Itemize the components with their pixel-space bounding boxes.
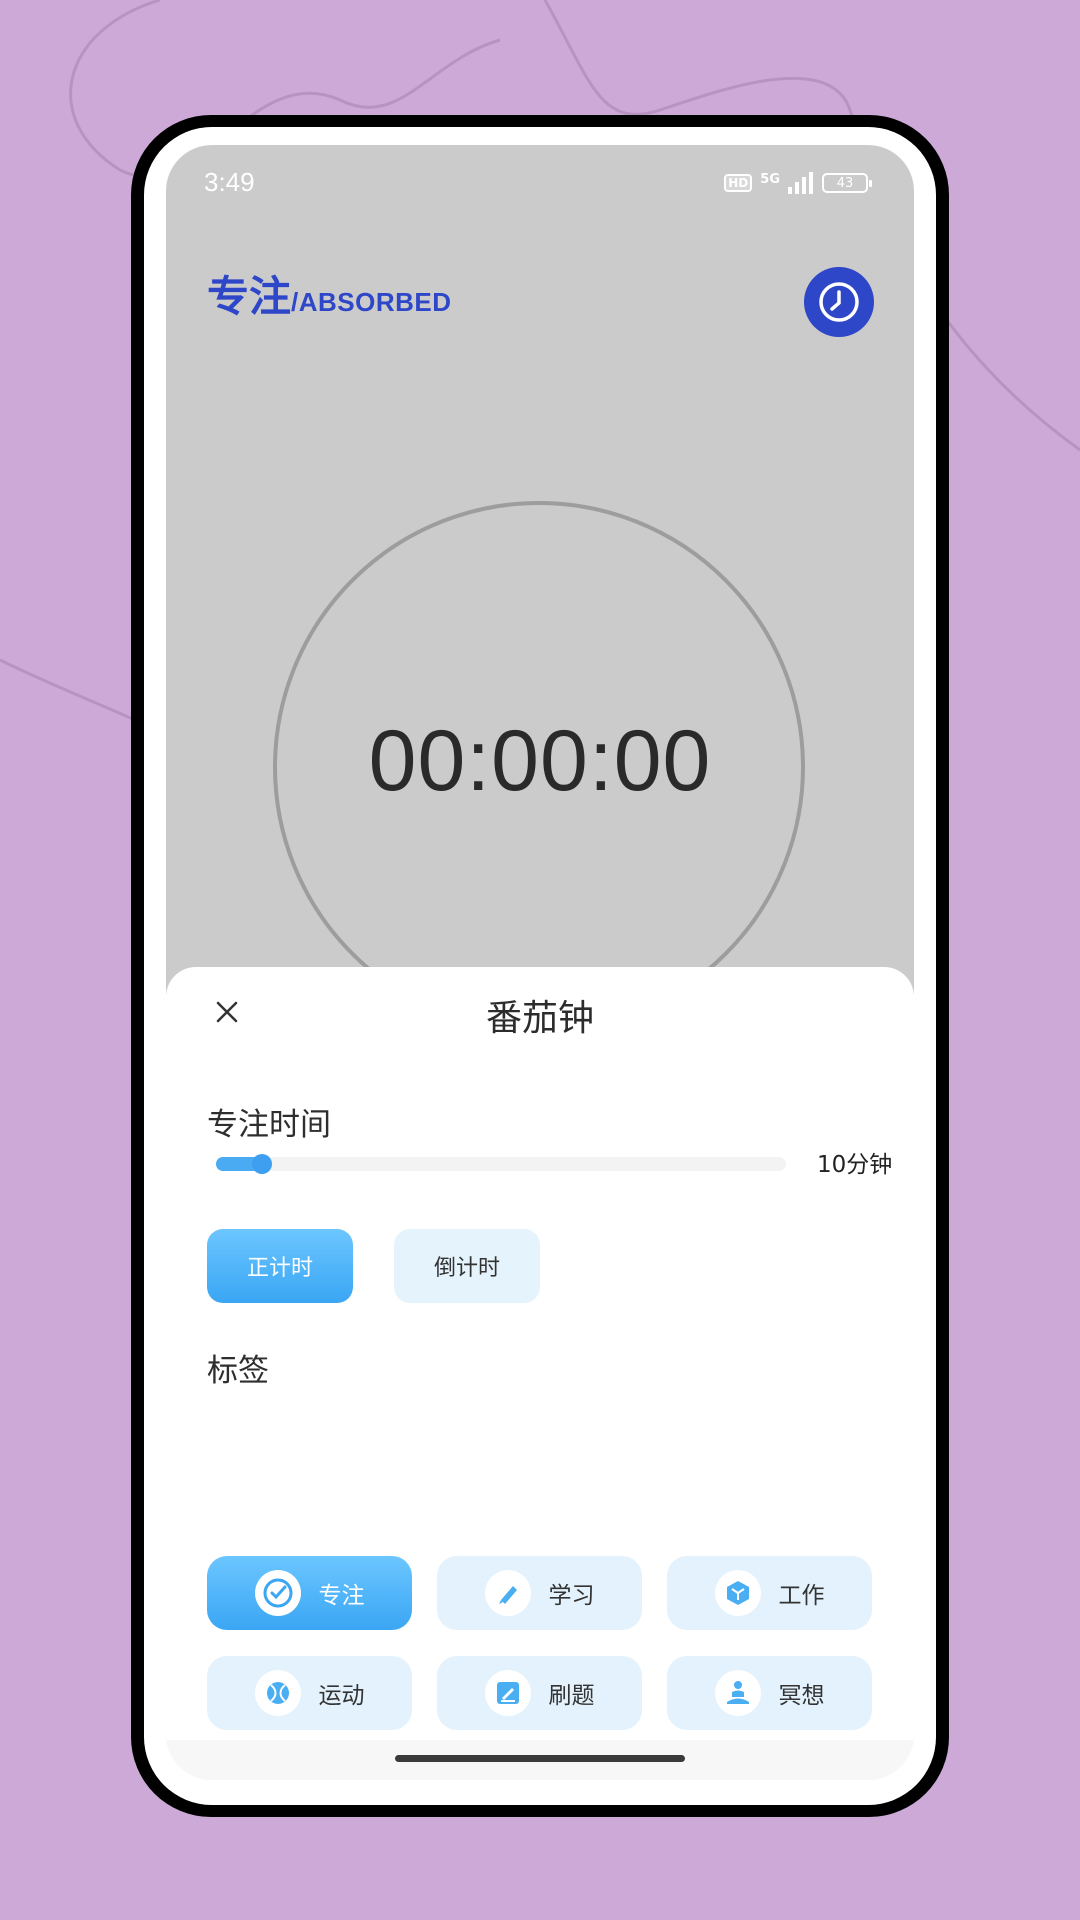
navigation-bar — [166, 1740, 914, 1780]
ball-icon — [254, 1670, 301, 1716]
network-type: 5G — [760, 171, 780, 187]
sheet-title: 番茄钟 — [485, 998, 594, 1039]
count-down-button[interactable]: 倒计时 — [394, 1229, 540, 1303]
app-title-cn: 专注 — [207, 272, 292, 321]
battery-icon: 43 — [822, 173, 872, 193]
pen-icon — [484, 1570, 531, 1616]
timer-display: 00:00:00 — [368, 713, 712, 809]
tag-practice[interactable]: 刷题 — [437, 1656, 642, 1730]
slider-thumb[interactable] — [251, 1154, 272, 1174]
home-indicator[interactable] — [395, 1755, 685, 1762]
target-icon — [254, 1570, 301, 1616]
tag-sport[interactable]: 运动 — [207, 1656, 412, 1730]
tag-label: 学习 — [548, 1583, 595, 1609]
edit-icon — [484, 1670, 531, 1716]
hd-icon: HD — [724, 174, 753, 192]
signal-icon — [788, 172, 813, 194]
app-title-en: /ABSORBED — [291, 287, 452, 317]
slider-value: 10分钟 — [817, 1152, 893, 1178]
pomodoro-sheet: 番茄钟 专注时间 10分钟 正计时 倒计时 标签 专注 学习 工作 运动 刷题 … — [166, 967, 914, 1780]
status-time: 3:49 — [204, 167, 255, 197]
tag-label: 工作 — [778, 1583, 825, 1609]
count-up-button[interactable]: 正计时 — [207, 1229, 353, 1303]
tag-study[interactable]: 学习 — [437, 1556, 642, 1630]
tag-label: 冥想 — [778, 1683, 825, 1709]
app-title: 专注/ABSORBED — [207, 263, 452, 324]
focus-time-slider[interactable] — [216, 1154, 786, 1174]
cube-icon — [714, 1570, 761, 1616]
tag-label: 专注 — [318, 1583, 365, 1609]
tag-label: 刷题 — [548, 1683, 595, 1709]
tags-label: 标签 — [207, 1353, 269, 1389]
history-button[interactable] — [804, 267, 874, 337]
tag-work[interactable]: 工作 — [667, 1556, 872, 1630]
clock-icon — [819, 282, 859, 322]
app-screen: 3:49 HD 5G 43 专注/ABSORBED 00:00:00 番茄钟 专… — [166, 145, 914, 1780]
tag-label: 运动 — [318, 1683, 365, 1709]
meditation-icon — [714, 1670, 761, 1716]
focus-time-label: 专注时间 — [207, 1107, 331, 1143]
tag-focus[interactable]: 专注 — [207, 1556, 412, 1630]
status-icons: HD 5G 43 — [724, 171, 872, 195]
tag-meditation[interactable]: 冥想 — [667, 1656, 872, 1730]
